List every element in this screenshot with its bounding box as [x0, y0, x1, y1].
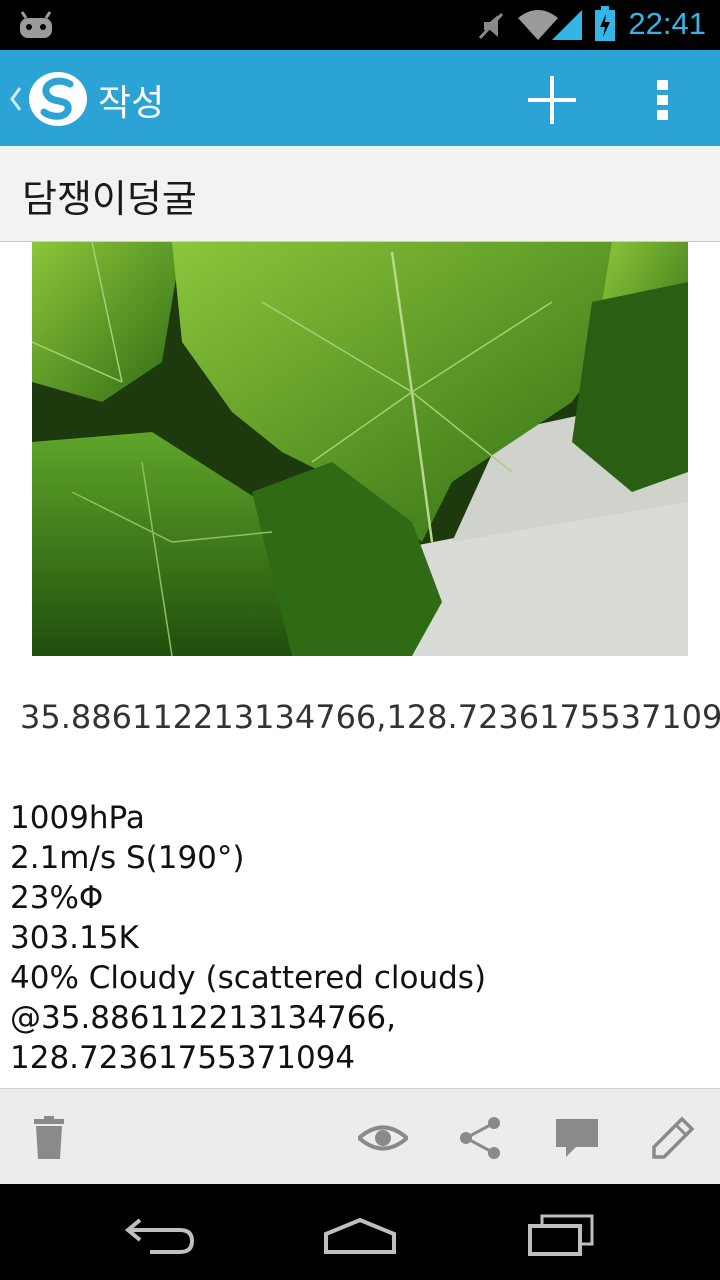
recents-icon[interactable]: [520, 1212, 600, 1256]
weather-location-lon: 128.72361755371094: [10, 1040, 356, 1076]
weather-location-lat: @35.886112213134766,: [10, 1000, 397, 1036]
navigation-bar: [0, 1184, 720, 1280]
battery-charging-icon: [595, 6, 615, 41]
share-icon[interactable]: [456, 1115, 506, 1161]
trash-icon[interactable]: [24, 1115, 74, 1161]
ivy-leaves-photo[interactable]: [32, 242, 688, 656]
android-notification-icon: [20, 11, 52, 38]
edit-icon[interactable]: [648, 1115, 698, 1161]
note-title: 담쟁이덩굴: [22, 177, 197, 221]
comment-icon[interactable]: [552, 1115, 602, 1161]
back-icon[interactable]: [122, 1212, 202, 1256]
eye-icon[interactable]: [358, 1115, 408, 1161]
add-icon[interactable]: [526, 74, 578, 126]
weather-info: 1009hPa 2.1m/s S(190°) 23%Φ 303.15K 40% …: [10, 798, 486, 1078]
signal-icon: [552, 10, 582, 40]
weather-pressure: 1009hPa: [10, 800, 145, 836]
coordinates-text: 35.886112213134766,128.72361755371094: [20, 698, 720, 736]
overflow-menu-icon[interactable]: [654, 78, 672, 122]
weather-wind: 2.1m/s S(190°): [10, 840, 245, 876]
status-time: 22:41: [628, 6, 706, 41]
home-icon[interactable]: [320, 1212, 400, 1256]
mute-icon: [478, 12, 504, 40]
bottom-action-bar: [0, 1088, 720, 1185]
note-title-bar: 담쟁이덩굴: [0, 146, 720, 242]
weather-clouds: 40% Cloudy (scattered clouds): [10, 960, 487, 996]
weather-humidity: 23%Φ: [10, 880, 104, 916]
action-bar: 작성: [0, 50, 720, 146]
action-bar-title: 작성: [98, 83, 165, 124]
status-bar: 22:41: [0, 0, 720, 50]
note-content[interactable]: 35.886112213134766,128.72361755371094 10…: [0, 242, 720, 1088]
weather-temperature: 303.15K: [10, 920, 139, 956]
back-chevron-icon[interactable]: [8, 86, 24, 112]
app-logo-icon[interactable]: [26, 68, 90, 130]
